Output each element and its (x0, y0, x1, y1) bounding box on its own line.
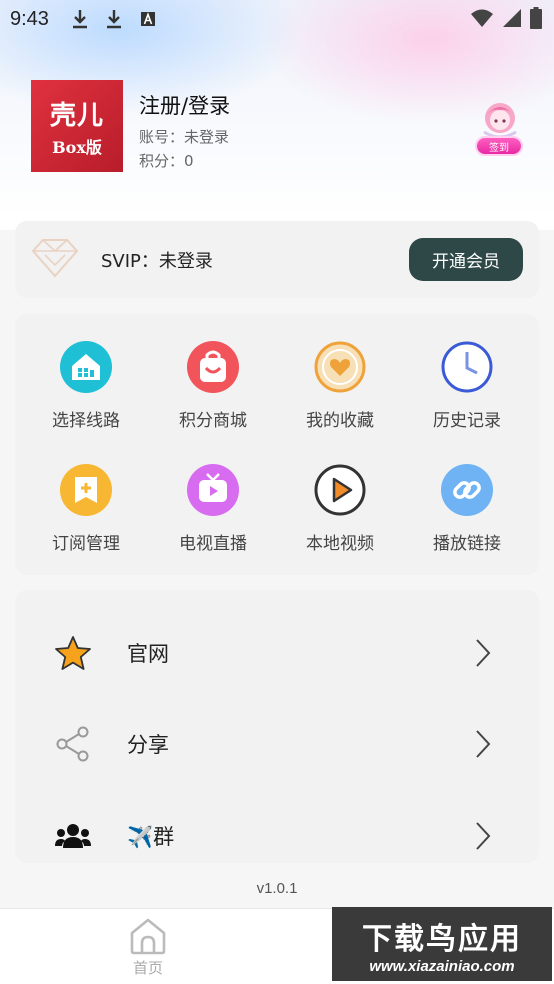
status-bar: 9:43 (0, 0, 554, 38)
app-logo[interactable]: 壳儿 Box版 (31, 80, 123, 172)
grid-item-label: 选择线路 (52, 411, 120, 431)
download-icon (103, 8, 125, 30)
grid-item-label: 订阅管理 (52, 534, 120, 554)
account-status: 账号：未登录 (139, 128, 230, 146)
logo-main-text: 壳儿 (49, 100, 104, 131)
grid-item-points-mall[interactable]: 积分商城 (158, 340, 268, 431)
grid-item-label: 历史记录 (433, 411, 501, 431)
points-status: 积分：0 (139, 152, 194, 170)
open-membership-button[interactable]: 开通会员 (409, 238, 523, 281)
nav-home[interactable]: 首页 (120, 917, 176, 978)
route-house-icon (60, 341, 112, 393)
download-icon (69, 8, 91, 30)
grid-item-select-route[interactable]: 选择线路 (31, 340, 141, 431)
grid-item-label: 积分商城 (179, 411, 247, 431)
settings-list: 官网 分享 ✈️群 (15, 590, 539, 863)
grid-item-label: 本地视频 (306, 534, 374, 554)
bookmark-plus-icon (60, 464, 112, 516)
tv-icon (187, 464, 239, 516)
signal-icon (502, 8, 522, 33)
star-icon (53, 633, 93, 673)
watermark-url: www.xiazainiao.com (369, 957, 515, 975)
group-icon (53, 816, 93, 856)
grid-item-subscriptions[interactable]: 订阅管理 (31, 463, 141, 554)
signin-button[interactable]: 签到 (473, 98, 527, 156)
nav-home-label: 首页 (132, 959, 163, 977)
watermark-logo: 下载鸟应用 www.xiazainiao.com (332, 907, 552, 981)
grid-item-local-video[interactable]: 本地视频 (285, 463, 395, 554)
list-item-label: ✈️群 (127, 825, 175, 849)
font-a-icon (137, 8, 159, 30)
list-item-label: 分享 (127, 733, 169, 757)
chevron-right-icon (476, 639, 491, 667)
feature-grid: 选择线路 积分商城 我的收藏 历史记录 订阅管理 电视直播 本地视频 播放链接 (15, 314, 539, 575)
list-item-official-site[interactable]: 官网 (15, 623, 539, 683)
chevron-right-icon (476, 730, 491, 758)
share-icon (53, 724, 93, 764)
signin-label: 签到 (475, 136, 523, 156)
play-circle-icon (314, 464, 366, 516)
heart-icon (314, 341, 366, 393)
list-item-share[interactable]: 分享 (15, 714, 539, 774)
logo-sub-text: Box版 (52, 137, 102, 157)
app-version: v1.0.1 (256, 880, 298, 897)
profile-info: 注册/登录 账号：未登录 积分：0 (139, 80, 230, 174)
status-time: 9:43 (10, 7, 49, 30)
vip-card: SVIP：未登录 开通会员 (15, 221, 539, 298)
list-item-group[interactable]: ✈️群 (15, 806, 539, 866)
watermark-main: 下载鸟应用 (362, 921, 522, 957)
grid-item-favorites[interactable]: 我的收藏 (285, 340, 395, 431)
clock-icon (441, 341, 493, 393)
grid-item-history[interactable]: 历史记录 (412, 340, 522, 431)
wifi-icon (470, 8, 494, 33)
chevron-right-icon (476, 822, 491, 850)
home-icon (130, 918, 166, 955)
list-item-label: 官网 (127, 642, 169, 666)
profile-section: 壳儿 Box版 注册/登录 账号：未登录 积分：0 签到 (31, 80, 531, 172)
diamond-icon (31, 237, 79, 283)
grid-item-label: 我的收藏 (306, 411, 374, 431)
vip-status: SVIP：未登录 (101, 250, 213, 272)
login-register-link[interactable]: 注册/登录 (139, 90, 230, 120)
grid-item-play-link[interactable]: 播放链接 (412, 463, 522, 554)
grid-item-label: 电视直播 (179, 534, 247, 554)
shopping-bag-icon (187, 341, 239, 393)
battery-icon (530, 7, 542, 34)
grid-item-label: 播放链接 (433, 534, 501, 554)
link-icon (441, 464, 493, 516)
grid-item-tv-live[interactable]: 电视直播 (158, 463, 268, 554)
